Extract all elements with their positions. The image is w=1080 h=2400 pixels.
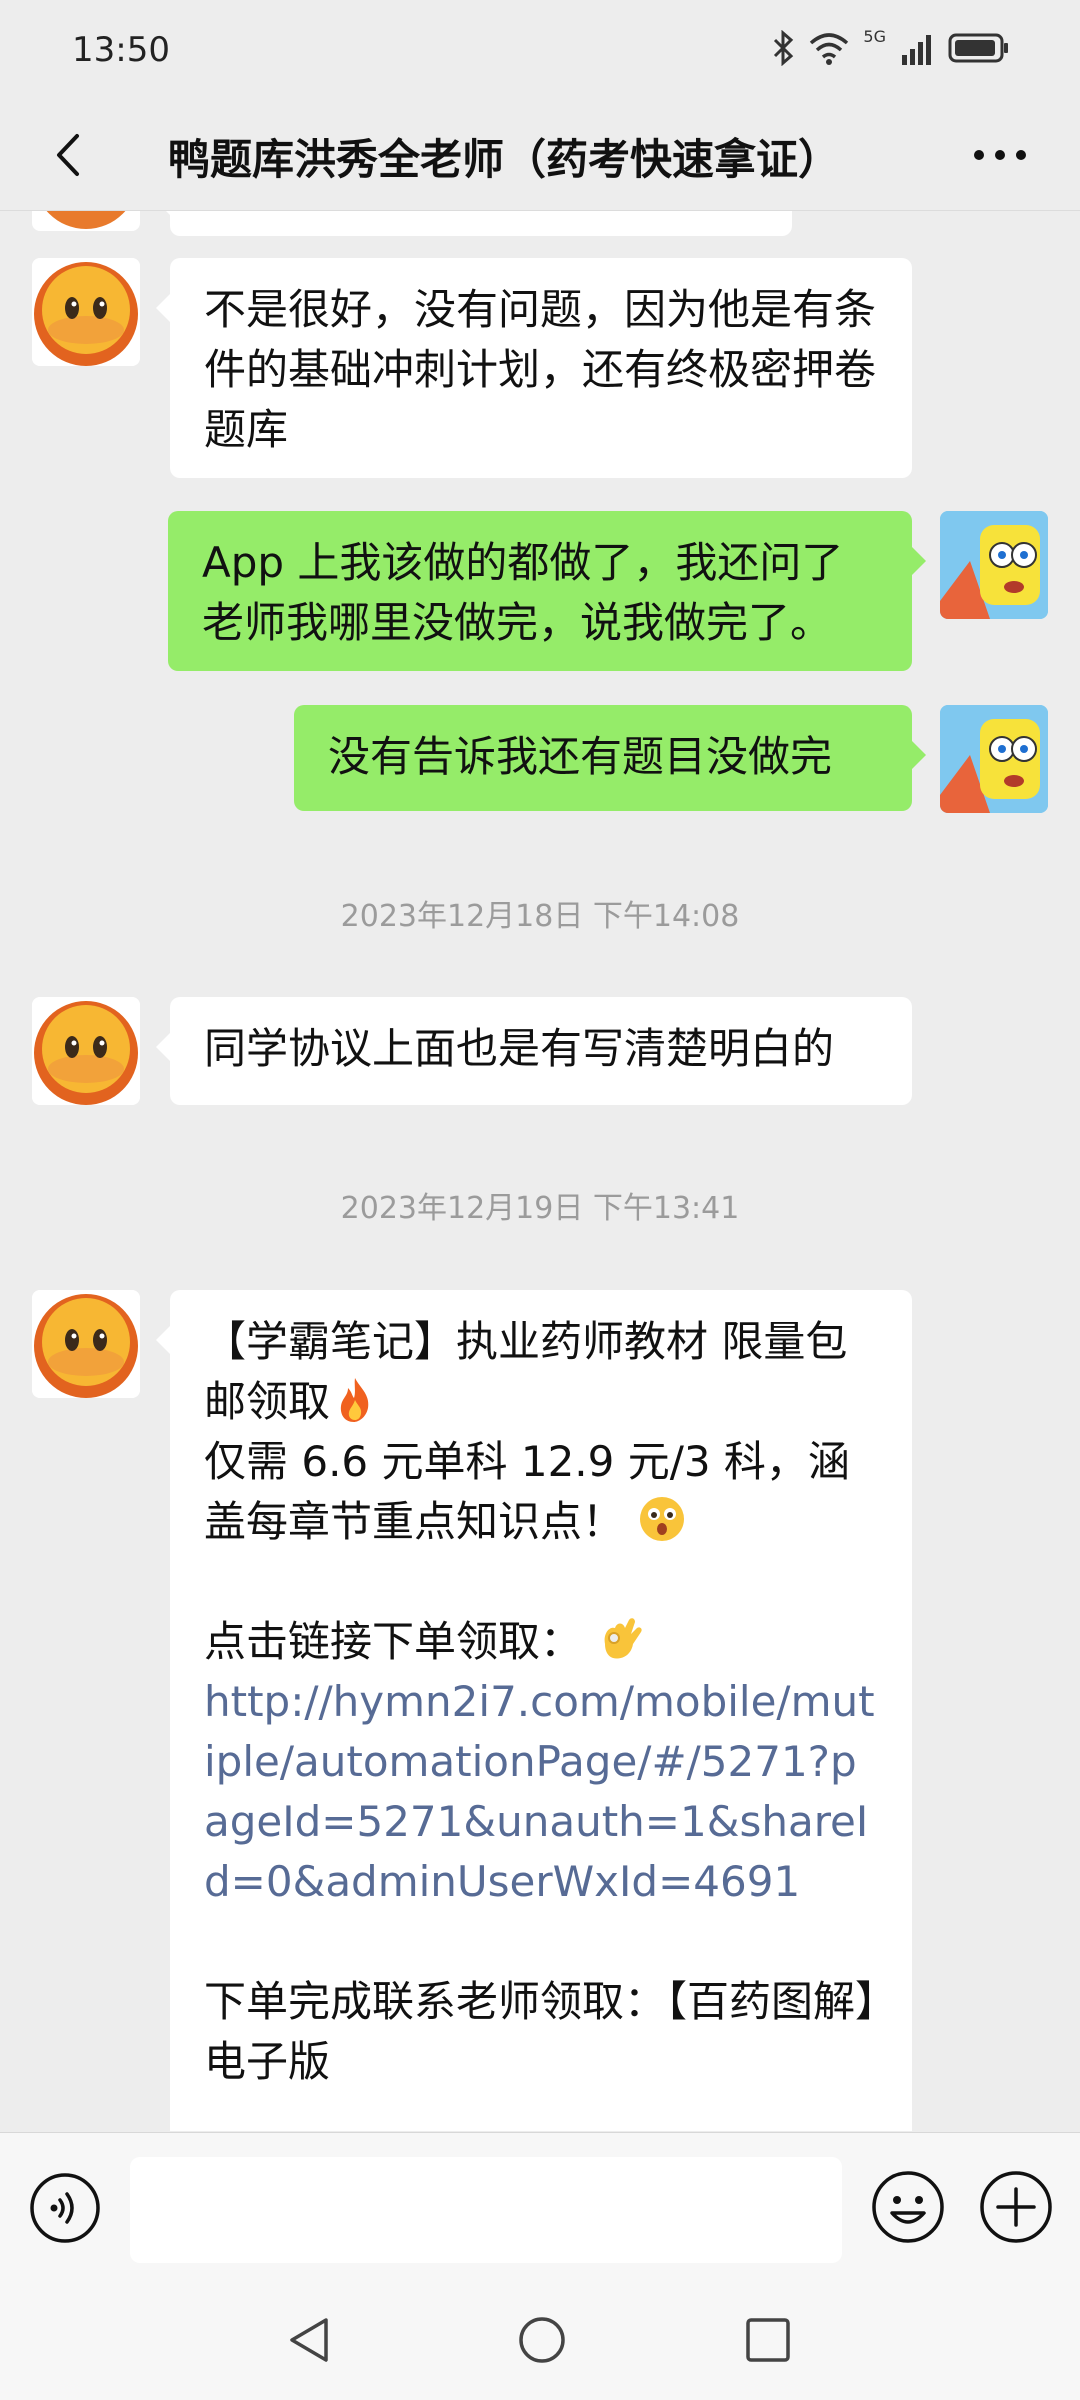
signal-icon [902, 35, 931, 65]
square-recent-icon [746, 2318, 790, 2362]
message-text: 点击链接下单领取： [204, 1617, 583, 1666]
message-paragraph: 【学霸笔记】执业药师教材 限量包邮领取 [204, 1312, 878, 1432]
message-text: 没有告诉我还有题目没做完 [328, 732, 833, 781]
status-bar: 13:50 5G [0, 0, 1080, 100]
message-text: 仅需 6.6 元单科 12.9 元/3 科，涵盖每章节重点知识点！ [204, 1437, 850, 1546]
status-time: 13:50 [72, 30, 170, 70]
message-paragraph: 仅需 6.6 元单科 12.9 元/3 科，涵盖每章节重点知识点！ [204, 1432, 878, 1552]
surprised-emoji-icon [640, 1497, 685, 1541]
system-nav-bar [0, 2282, 1080, 2400]
plus-button[interactable] [978, 2169, 1054, 2245]
chat-title: 鸭题库洪秀全老师（药考快速拿证） [168, 135, 841, 184]
triangle-back-icon [290, 2318, 328, 2362]
message-input[interactable] [130, 2157, 842, 2263]
voice-icon [30, 2173, 100, 2243]
message-bubble-sent[interactable]: 没有告诉我还有题目没做完 [294, 705, 926, 811]
avatar-teacher[interactable] [32, 258, 140, 366]
wifi-icon [810, 33, 849, 65]
message-spacer [204, 1912, 878, 1972]
chat-header: 鸭题库洪秀全老师（药考快速拿证） [0, 100, 1080, 211]
back-button[interactable] [34, 120, 104, 190]
ok-hand-emoji-icon [604, 1618, 643, 1659]
message-bubble-received[interactable]: 【学霸笔记】执业药师教材 限量包邮领取 仅需 6.6 元单科 12.9 元/3 … [156, 1290, 912, 2131]
avatar-me[interactable] [940, 511, 1048, 619]
nav-home-button[interactable] [514, 2312, 570, 2372]
message-text: 下单完成联系老师领取：【百药图解】电子版 [204, 1977, 877, 2086]
message-text: 【学霸笔记】执业药师教材 限量包邮领取 [204, 1317, 848, 1426]
more-button[interactable] [960, 120, 1040, 190]
message-text: 同学协议上面也是有写清楚明白的 [204, 1024, 835, 1073]
timestamp: 2023年12月18日 下午14:08 [340, 899, 740, 934]
timestamp: 2023年12月19日 下午13:41 [340, 1191, 740, 1226]
chat-area[interactable]: 不是很好，没有问题，因为他是有条件的基础冲刺计划，还有终极密押卷题库 App 上… [0, 211, 1080, 2131]
input-bar [0, 2132, 1080, 2283]
fire-emoji-icon [340, 1378, 369, 1422]
avatar-teacher[interactable] [32, 211, 140, 231]
nav-recent-button[interactable] [742, 2314, 794, 2370]
avatar-teacher[interactable] [32, 997, 140, 1105]
battery-icon [948, 33, 1008, 63]
message-text: App 上我该做的都做了，我还问了老师我哪里没做完，说我做完了。 [202, 538, 844, 647]
circle-home-icon [519, 2317, 565, 2363]
message-text: 不是很好，没有问题，因为他是有条件的基础冲刺计划，还有终极密押卷题库 [204, 285, 877, 454]
avatar-me[interactable] [940, 705, 1048, 813]
network-type: 5G [863, 26, 886, 46]
more-dots-icon [974, 150, 1026, 160]
message-bubble-partial [156, 211, 792, 236]
message-bubble-sent[interactable]: App 上我该做的都做了，我还问了老师我哪里没做完，说我做完了。 [168, 511, 926, 671]
bluetooth-icon [774, 30, 794, 66]
order-link[interactable]: http://hymn2i7.com/mobile/mutiple/automa… [204, 1672, 878, 1912]
status-icons: 5G [771, 26, 1010, 66]
nav-back-button[interactable] [282, 2312, 338, 2372]
message-bubble-received[interactable]: 同学协议上面也是有写清楚明白的 [156, 997, 912, 1105]
avatar-teacher[interactable] [32, 1290, 140, 1398]
emoji-icon [872, 2171, 944, 2243]
message-paragraph: 点击链接下单领取： [204, 1612, 878, 1672]
emoji-button[interactable] [870, 2169, 946, 2245]
message-spacer [204, 1552, 878, 1612]
message-bubble-received[interactable]: 不是很好，没有问题，因为他是有条件的基础冲刺计划，还有终极密押卷题库 [156, 258, 912, 478]
plus-icon [980, 2171, 1052, 2243]
voice-button[interactable] [28, 2171, 102, 2245]
chevron-left-icon [57, 134, 79, 176]
